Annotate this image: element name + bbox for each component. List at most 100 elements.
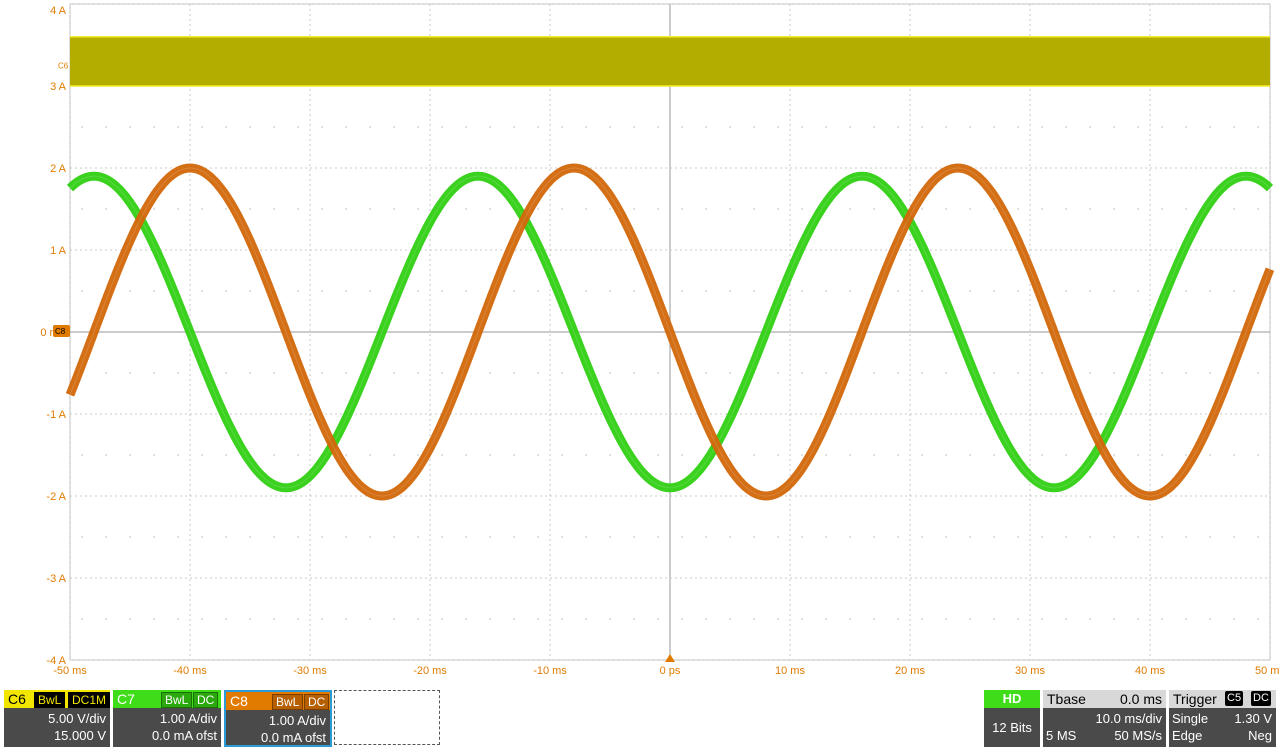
grid-minor-dot: [129, 618, 131, 620]
channel-c8-vdiv: 1.00 A/div: [268, 713, 326, 728]
grid-minor-dot: [1041, 618, 1043, 620]
grid-minor-dot: [441, 536, 443, 538]
grid-minor-dot: [801, 126, 803, 128]
grid-minor-dot: [777, 126, 779, 128]
grid-minor-dot: [1113, 536, 1115, 538]
x-tick-label: -40 ms: [173, 665, 207, 677]
y-tick-label: 4 A: [50, 5, 67, 17]
grid-minor-dot: [657, 536, 659, 538]
grid-minor-dot: [1089, 290, 1091, 292]
grid-minor-dot: [465, 290, 467, 292]
grid-minor-dot: [681, 618, 683, 620]
grid-minor-dot: [1041, 536, 1043, 538]
grid-minor-dot: [177, 454, 179, 456]
grid-minor-dot: [513, 454, 515, 456]
grid-minor-dot: [1185, 126, 1187, 128]
trigger-body: Single 1.30 V Edge Neg: [1169, 708, 1276, 747]
grid-minor-dot: [393, 126, 395, 128]
grid-minor-dot: [633, 372, 635, 374]
grid-minor-dot: [1089, 126, 1091, 128]
grid-minor-dot: [1185, 290, 1187, 292]
channel-c8-panel[interactable]: C8 BwL DC 1.00 A/div 0.0 mA ofst: [224, 690, 332, 747]
trigger-mode: Single: [1172, 711, 1209, 726]
channel-c6-panel[interactable]: C6 BwL DC1M 5.00 V/div 15.000 V: [4, 690, 111, 747]
grid-minor-dot: [369, 290, 371, 292]
hd-header: HD: [984, 690, 1040, 708]
grid-minor-dot: [849, 536, 851, 538]
grid-minor-dot: [249, 536, 251, 538]
grid-minor-dot: [273, 372, 275, 374]
grid-minor-dot: [777, 372, 779, 374]
grid-minor-dot: [153, 126, 155, 128]
grid-minor-dot: [657, 372, 659, 374]
grid-minor-dot: [273, 536, 275, 538]
grid-minor-dot: [345, 372, 347, 374]
grid-minor-dot: [1089, 536, 1091, 538]
grid-minor-dot: [489, 208, 491, 210]
grid-minor-dot: [441, 290, 443, 292]
grid-minor-dot: [369, 208, 371, 210]
grid-minor-dot: [1041, 454, 1043, 456]
grid-minor-dot: [321, 208, 323, 210]
grid-minor-dot: [633, 126, 635, 128]
grid-minor-dot: [609, 536, 611, 538]
grid-minor-dot: [609, 126, 611, 128]
grid-minor-dot: [1041, 372, 1043, 374]
grid-minor-dot: [105, 372, 107, 374]
grid-minor-dot: [849, 618, 851, 620]
grid-minor-dot: [969, 618, 971, 620]
grid-minor-dot: [825, 454, 827, 456]
grid-minor-dot: [1185, 618, 1187, 620]
grid-minor-dot: [129, 290, 131, 292]
grid-minor-dot: [105, 454, 107, 456]
grid-minor-dot: [753, 454, 755, 456]
grid-minor-dot: [297, 536, 299, 538]
grid-minor-dot: [705, 536, 707, 538]
grid-minor-dot: [1209, 290, 1211, 292]
grid-minor-dot: [657, 454, 659, 456]
grid-minor-dot: [1257, 618, 1259, 620]
channel-c6-offset: 15.000 V: [53, 728, 106, 743]
grid-minor-dot: [753, 126, 755, 128]
grid-minor-dot: [609, 372, 611, 374]
grid-minor-dot: [801, 290, 803, 292]
grid-minor-dot: [1209, 618, 1211, 620]
grid-minor-dot: [129, 372, 131, 374]
grid-minor-dot: [1161, 454, 1163, 456]
grid-minor-dot: [921, 372, 923, 374]
channel-c8-bwl-tag: BwL: [272, 694, 304, 710]
grid-minor-dot: [513, 372, 515, 374]
grid-minor-dot: [297, 208, 299, 210]
trigger-panel[interactable]: Trigger C5 DC Single 1.30 V Edge Neg: [1169, 690, 1276, 747]
timebase-panel[interactable]: Tbase 0.0 ms 10.0 ms/div 5 MS 50 MS/s: [1043, 690, 1166, 747]
grid-minor-dot: [609, 208, 611, 210]
empty-channel-slot[interactable]: [334, 690, 440, 745]
grid-minor-dot: [153, 290, 155, 292]
grid-minor-dot: [633, 618, 635, 620]
x-tick-label: 0 ps: [660, 665, 681, 677]
hd-panel[interactable]: HD 12 Bits: [984, 690, 1040, 747]
grid-minor-dot: [1209, 454, 1211, 456]
grid-minor-dot: [1137, 126, 1139, 128]
grid-minor-dot: [753, 618, 755, 620]
grid-minor-dot: [777, 618, 779, 620]
channel-c6-header: C6 BwL DC1M: [4, 690, 111, 708]
grid-minor-dot: [729, 454, 731, 456]
channel-c7-header: C7 BwL DC: [113, 690, 221, 708]
grid-minor-dot: [561, 536, 563, 538]
grid-minor-dot: [81, 618, 83, 620]
grid-minor-dot: [705, 290, 707, 292]
series-c6-band: [70, 36, 1270, 86]
trigger-header: Trigger C5 DC: [1169, 690, 1276, 708]
channel-c7-panel[interactable]: C7 BwL DC 1.00 A/div 0.0 mA ofst: [113, 690, 221, 747]
grid-minor-dot: [297, 126, 299, 128]
grid-minor-dot: [537, 290, 539, 292]
grid-minor-dot: [1233, 126, 1235, 128]
grid-minor-dot: [177, 536, 179, 538]
grid-minor-dot: [537, 536, 539, 538]
grid-minor-dot: [729, 536, 731, 538]
grid-minor-dot: [801, 208, 803, 210]
grid-minor-dot: [1257, 454, 1259, 456]
c6-marker-label: C6: [58, 62, 69, 71]
grid-minor-dot: [225, 290, 227, 292]
